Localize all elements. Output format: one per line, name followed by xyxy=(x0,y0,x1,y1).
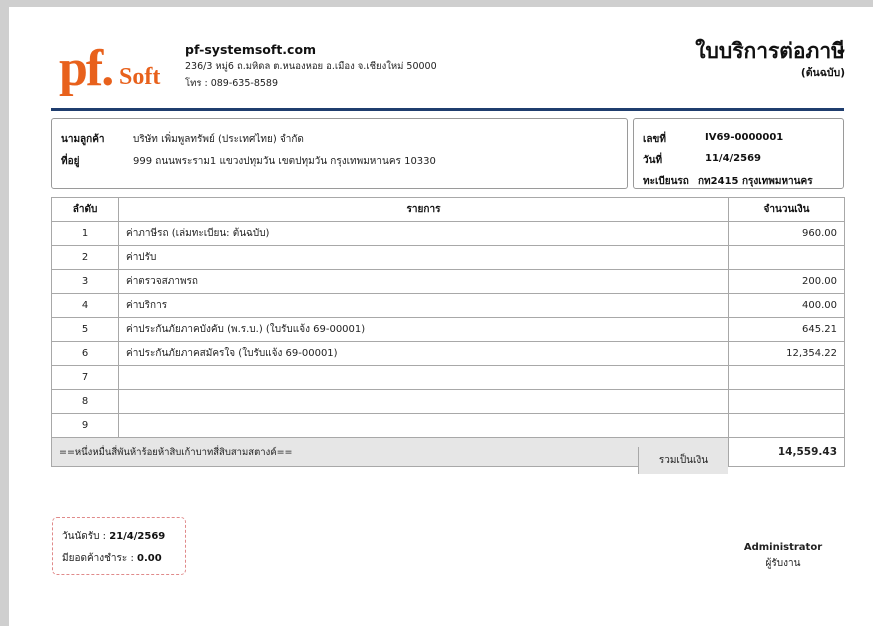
row-description: ค่าภาษีรถ (เล่มทะเบียน: ต้นฉบับ) xyxy=(118,221,729,246)
plate-label: ทะเบียนรถ xyxy=(643,176,689,187)
invoice-page: pf. Soft pf-systemsoft.com 236/3 หมู่6 ถ… xyxy=(9,7,873,626)
row-no: 6 xyxy=(51,341,119,366)
row-amount: 960.00 xyxy=(728,221,845,246)
customer-name: บริษัท เพิ่มพูลทรัพย์ (ประเทศไทย) จำกัด xyxy=(133,134,304,145)
row-no: 5 xyxy=(51,317,119,342)
items-table: ลำดับ รายการ จำนวนเงิน 1 ค่าภาษีรถ (เล่ม… xyxy=(51,197,845,467)
row-amount: 12,354.22 xyxy=(728,341,845,366)
table-row: 5 ค่าประกันภัยภาคบังคับ (พ.ร.บ.) (ใบรับแ… xyxy=(51,317,845,342)
col-header-description: รายการ xyxy=(118,197,729,222)
company-logo: pf. Soft xyxy=(59,41,173,97)
amount-in-words: ==หนึ่งหมื่นสี่พันห้าร้อยห้าสิบเก้าบาทสี… xyxy=(51,437,729,467)
balance-line: มียอดค้างชำระ : 0.00 xyxy=(62,551,162,566)
plate-number: กท2415 กรุงเทพมหานคร xyxy=(698,176,813,187)
total-label-text: รวมเป็นเงิน xyxy=(658,455,709,466)
appointment-date-line: วันนัดรับ : 21/4/2569 xyxy=(62,529,165,544)
row-no: 4 xyxy=(51,293,119,318)
balance-value: 0.00 xyxy=(137,553,162,564)
logo-sub-text: Soft xyxy=(119,64,161,90)
row-amount: 200.00 xyxy=(728,269,845,294)
amount-in-words-text: ==หนึ่งหมื่นสี่พันห้าร้อยห้าสิบเก้าบาทสี… xyxy=(59,446,293,458)
customer-address: 999 ถนนพระราม1 แขวงปทุมวัน เขตปทุมวัน กร… xyxy=(133,156,436,167)
row-no: 9 xyxy=(51,413,119,438)
table-row: 7 xyxy=(51,365,845,390)
customer-box: นามลูกค้า บริษัท เพิ่มพูลทรัพย์ (ประเทศไ… xyxy=(51,118,628,189)
signer-name: Administrator xyxy=(743,542,823,553)
row-amount xyxy=(728,413,845,438)
row-description: ค่าตรวจสภาพรถ xyxy=(118,269,729,294)
signer-role: ผู้รับงาน xyxy=(765,558,801,569)
header-divider xyxy=(51,108,844,111)
row-description: ค่าประกันภัยภาคสมัครใจ (ใบรับแจ้ง 69-000… xyxy=(118,341,729,366)
table-row: 2 ค่าปรับ xyxy=(51,245,845,270)
viewer-top-border xyxy=(0,0,873,7)
appointment-date-label: วันนัดรับ : xyxy=(62,531,110,542)
document-title: ใบบริการต่อภาษี xyxy=(695,39,845,63)
company-phone: โทร : 089-635-8589 xyxy=(185,78,279,89)
row-description: ค่าประกันภัยภาคบังคับ (พ.ร.บ.) (ใบรับแจ้… xyxy=(118,317,729,342)
row-no: 7 xyxy=(51,365,119,390)
doc-date: 11/4/2569 xyxy=(705,153,762,164)
row-no: 8 xyxy=(51,389,119,414)
viewer-left-border xyxy=(0,0,9,626)
row-description: ค่าบริการ xyxy=(118,293,729,318)
company-address: 236/3 หมู่6 ถ.มหิดล ต.หนองหอย อ.เมือง จ.… xyxy=(185,61,437,72)
col-header-amount: จำนวนเงิน xyxy=(728,197,845,222)
row-description xyxy=(118,365,729,390)
appointment-date: 21/4/2569 xyxy=(109,531,166,542)
customer-address-label: ที่อยู่ xyxy=(61,156,80,167)
table-row: 1 ค่าภาษีรถ (เล่มทะเบียน: ต้นฉบับ) 960.0… xyxy=(51,221,845,246)
company-name: pf-systemsoft.com xyxy=(185,42,317,57)
table-row: 9 xyxy=(51,413,845,438)
row-no: 1 xyxy=(51,221,119,246)
total-label: รวมเป็นเงิน xyxy=(638,447,728,474)
row-amount: 645.21 xyxy=(728,317,845,342)
row-amount xyxy=(728,365,845,390)
customer-name-label: นามลูกค้า xyxy=(61,134,105,145)
row-no: 3 xyxy=(51,269,119,294)
appointment-box: วันนัดรับ : 21/4/2569 มียอดค้างชำระ : 0.… xyxy=(52,517,186,575)
row-amount: 400.00 xyxy=(728,293,845,318)
document-title-block: ใบบริการต่อภาษี (ต้นฉบับ) xyxy=(695,37,845,81)
table-row: 8 xyxy=(51,389,845,414)
table-header-row: ลำดับ รายการ จำนวนเงิน xyxy=(51,197,845,222)
document-info-box: เลขที่ IV69-0000001 วันที่ 11/4/2569 ทะเ… xyxy=(633,118,844,189)
doc-date-label: วันที่ xyxy=(643,155,663,166)
company-info: pf-systemsoft.com 236/3 หมู่6 ถ.มหิดล ต.… xyxy=(185,41,437,92)
table-row: 4 ค่าบริการ 400.00 xyxy=(51,293,845,318)
row-amount xyxy=(728,245,845,270)
document-copy-label: (ต้นฉบับ) xyxy=(800,67,845,79)
table-row: 3 ค่าตรวจสภาพรถ 200.00 xyxy=(51,269,845,294)
table-row: 6 ค่าประกันภัยภาคสมัครใจ (ใบรับแจ้ง 69-0… xyxy=(51,341,845,366)
row-description: ค่าปรับ xyxy=(118,245,729,270)
total-amount: 14,559.43 xyxy=(728,437,845,467)
row-description xyxy=(118,389,729,414)
doc-number-label: เลขที่ xyxy=(643,134,666,145)
row-no: 2 xyxy=(51,245,119,270)
logo-main-text: pf. xyxy=(59,40,114,97)
row-description xyxy=(118,413,729,438)
doc-number: IV69-0000001 xyxy=(705,132,784,143)
row-amount xyxy=(728,389,845,414)
balance-label: มียอดค้างชำระ : xyxy=(62,553,138,564)
signature-block: Administrator ผู้รับงาน xyxy=(733,540,833,572)
col-header-no: ลำดับ xyxy=(51,197,119,222)
